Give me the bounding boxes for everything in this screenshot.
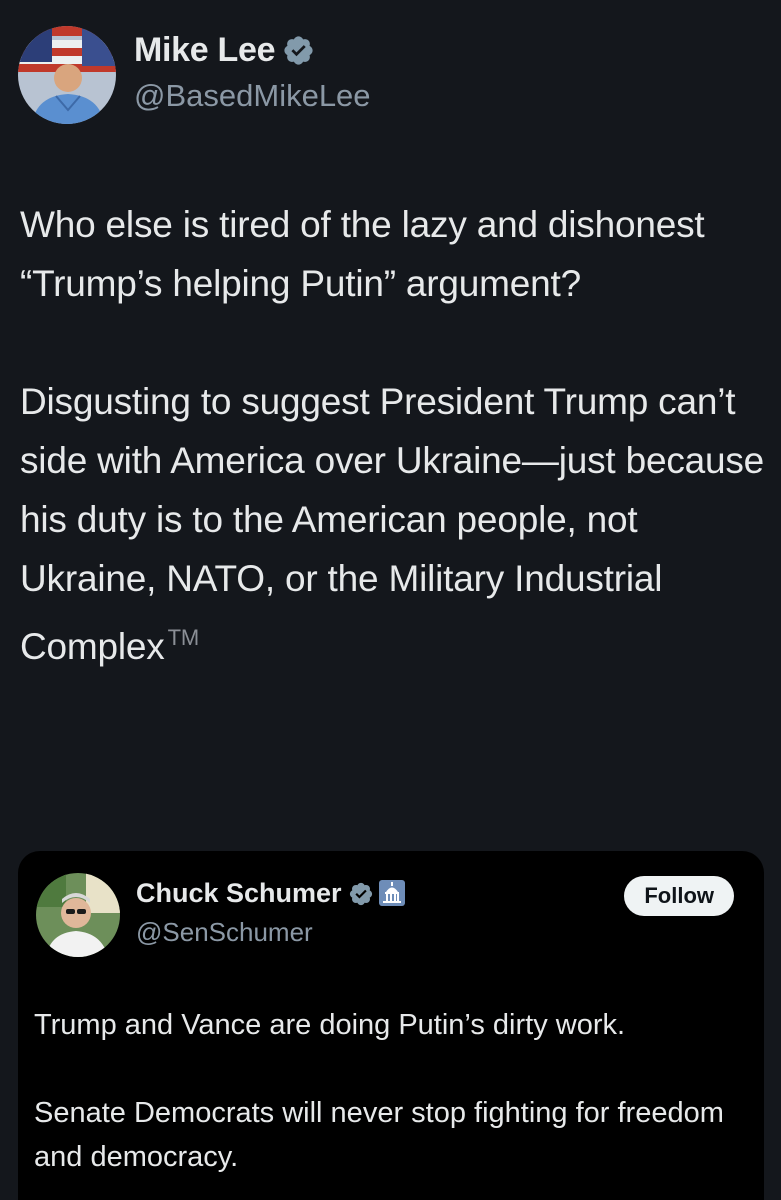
quoted-avatar-image — [36, 873, 120, 957]
tweet-paragraph-2: Disgusting to suggest President Trump ca… — [20, 372, 765, 676]
tweet-text: Who else is tired of the lazy and dishon… — [20, 195, 765, 676]
follow-button[interactable]: Follow — [624, 876, 734, 916]
author-name-line[interactable]: Mike Lee — [134, 28, 371, 72]
quoted-tweet-card[interactable]: Chuck Schumer @SenSchumer Follow Trump a… — [18, 851, 764, 1200]
avatar-image — [18, 26, 116, 124]
verified-badge-icon — [348, 880, 374, 906]
quoted-paragraph: Senate Democrats will never stop fightin… — [34, 1097, 724, 1173]
quoted-author-handle[interactable]: @SenSchumer — [136, 914, 313, 950]
author-display-name[interactable]: Mike Lee — [134, 28, 276, 72]
quoted-tweet-text: Trump and Vance are doing Putin’s dirty … — [34, 1003, 744, 1179]
quoted-author-display-name[interactable]: Chuck Schumer — [136, 875, 342, 911]
verified-badge-icon — [282, 34, 315, 67]
avatar[interactable] — [18, 26, 116, 124]
quoted-author-name-line[interactable]: Chuck Schumer — [136, 875, 406, 911]
tweet-paragraph-text: Disgusting to suggest President Trump ca… — [20, 381, 765, 667]
quoted-avatar[interactable] — [36, 873, 120, 957]
quoted-paragraph: Trump and Vance are doing Putin’s dirty … — [34, 1009, 626, 1041]
trademark-mark: TM — [167, 625, 200, 650]
tweet-author: Mike Lee @BasedMikeLee — [18, 26, 371, 124]
government-capitol-icon — [378, 879, 406, 907]
author-handle[interactable]: @BasedMikeLee — [134, 74, 371, 118]
tweet-paragraph: Who else is tired of the lazy and dishon… — [20, 204, 705, 304]
